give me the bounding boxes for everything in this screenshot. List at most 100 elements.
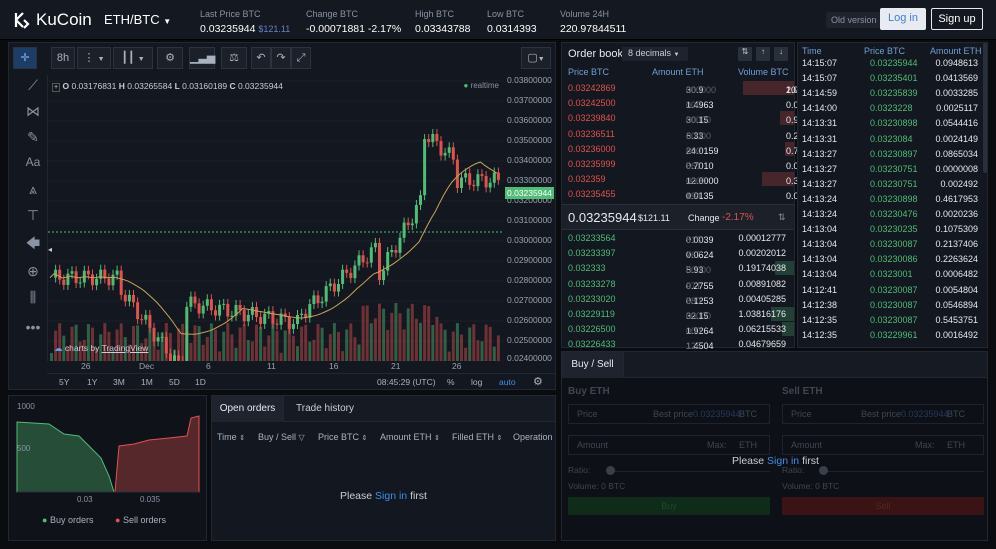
trades-scrollbar[interactable] — [983, 43, 987, 173]
trend-line-tool[interactable]: ⟋ — [21, 77, 45, 94]
range-1y[interactable]: 1Y — [87, 377, 97, 387]
view-both-button[interactable]: ⇅ — [738, 47, 752, 61]
indicators-button[interactable]: ▁▃▅ — [189, 47, 215, 69]
arrow-tool[interactable]: 🡄 — [21, 233, 45, 257]
signup-button[interactable]: Sign up — [931, 8, 983, 30]
redo-button[interactable]: ↷ — [271, 47, 291, 69]
bid-row[interactable]: 0.03233020 0.1253 580 0.00405285 — [562, 292, 790, 307]
login-button[interactable]: Log in — [880, 8, 926, 30]
auto-toggle[interactable]: auto — [499, 377, 516, 387]
range-5d[interactable]: 5D — [169, 377, 180, 387]
ask-row[interactable]: 0.032359 12.00000000 0.38831964 — [562, 172, 834, 187]
orders-signin-link[interactable]: Sign in — [375, 490, 407, 502]
bid-row[interactable]: 0.03226500 1.9264 000 0.06215533 — [562, 322, 790, 337]
buy-ratio-handle[interactable] — [606, 466, 615, 475]
price-axis: 0.03800000 0.03700000 0.03600000 0.03500… — [505, 75, 555, 363]
sort-icon[interactable]: ⇅ — [778, 212, 786, 223]
settings-button[interactable]: ⚙ — [157, 47, 183, 69]
buy-price-input[interactable]: Price Best price 0.03235944 BTC — [568, 404, 770, 424]
measure-tool[interactable]: ⊤ — [21, 207, 45, 224]
bid-row[interactable]: 0.032333 5.93 00000 0.19174038 — [562, 261, 790, 276]
chart-type-button[interactable]: ┃┃ ▼ — [113, 47, 153, 69]
range-3m[interactable]: 3M — [113, 377, 125, 387]
chart-panel: ✛ 8h ⋮ ▼ ┃┃ ▼ ⚙ ▁▃▅ ⚖ ↶ ↷ ⤢ ▢▼ ⟋ ⋈ ✎ Aa … — [8, 42, 556, 390]
col-time[interactable]: Time ⇕ — [217, 432, 245, 442]
old-version-link[interactable]: Old version — [826, 12, 882, 28]
range-1m[interactable]: 1M — [141, 377, 153, 387]
col-amount: Amount ETH — [652, 67, 704, 77]
range-1d[interactable]: 1D — [195, 377, 206, 387]
range-5y[interactable]: 5Y — [59, 377, 69, 387]
chevron-down-icon: ▼ — [97, 56, 105, 63]
buy-amount-input[interactable]: Amount Max: ETH — [568, 435, 770, 455]
bid-row[interactable]: 0.03233278 0.2755 971 0.00891082 — [562, 277, 790, 292]
ask-price: 0.03236511 — [568, 128, 615, 139]
fib-tool[interactable]: ⋈ — [21, 103, 45, 120]
bid-row[interactable]: 0.03229119 32.15 00000 1.03816176 — [562, 307, 790, 322]
volume-bar — [484, 324, 488, 361]
trade-row: 14:15:07 0.03235944 0.0948613 — [798, 56, 990, 71]
tradingview-credit[interactable]: ☁ charts by TradingView — [54, 343, 148, 354]
collapse-sidebar-arrow[interactable]: ◂ — [48, 245, 52, 254]
candle-body — [164, 336, 168, 354]
undo-button[interactable]: ↶ — [251, 47, 271, 69]
tab-trade-history[interactable]: Trade history — [296, 396, 354, 422]
trade-history-panel: Time Price BTC Amount ETH 14:15:07 0.032… — [797, 42, 988, 348]
fullscreen-button[interactable]: ⤢ — [291, 47, 311, 69]
chart-settings-icon[interactable]: ⚙ — [533, 375, 543, 388]
more-tools[interactable]: ••• — [21, 319, 45, 335]
text-tool[interactable]: Aa — [21, 155, 45, 169]
bid-row[interactable]: 0.03233564 0.0039 515 0.00012777 — [562, 231, 790, 246]
col-buysell[interactable]: Buy / Sell ▽ — [258, 432, 305, 442]
trade-time: 14:15:07 — [802, 58, 838, 68]
percent-toggle[interactable]: % — [447, 377, 455, 387]
col-price[interactable]: Price BTC ⇕ — [318, 432, 367, 442]
ask-row[interactable]: 0.03236000 24.0159600 0.77715647 — [562, 142, 834, 157]
date-tick: Dec — [139, 361, 155, 371]
gear-icon: ⚙ — [165, 52, 175, 64]
interval-button[interactable]: 8h — [51, 47, 75, 69]
candle-body — [197, 303, 201, 314]
chart-area[interactable]: + O 0.03176831 H 0.03265584 L 0.03160189… — [47, 75, 504, 361]
sell-ratio-slider[interactable] — [824, 471, 984, 472]
decimals-select[interactable]: 8 decimals ▼ — [622, 47, 688, 61]
crosshair-tool[interactable]: ✛ — [13, 47, 37, 69]
volume-bar — [201, 344, 205, 361]
sell-button[interactable]: Sell — [782, 497, 984, 515]
sell-ratio-handle[interactable] — [819, 466, 828, 475]
col-amount[interactable]: Amount ETH ⇕ — [380, 432, 440, 442]
buy-ratio-slider[interactable] — [610, 471, 770, 472]
pair-selector[interactable]: ETH/BTC ▼ — [104, 12, 171, 27]
candle-body — [349, 272, 353, 279]
snapshot-button[interactable]: ▢▼ — [521, 47, 551, 69]
ask-row[interactable]: 0.03239840 30.1500000 0.97681176 — [562, 111, 833, 126]
ask-row[interactable]: 0.03242869 30.9000000 1.00204652 — [562, 81, 816, 96]
pattern-tool[interactable]: ⩓ — [21, 181, 45, 198]
compare-button[interactable]: ⚖ — [221, 47, 247, 69]
view-asks-button[interactable]: ↑ — [756, 47, 770, 61]
bid-row[interactable]: 0.03233397 0.0624 767 0.00202012 — [562, 246, 790, 261]
signin-link[interactable]: Sign in — [767, 455, 799, 467]
interval-dropdown[interactable]: ⋮ ▼ — [77, 47, 111, 69]
brand-logo[interactable]: KuCoin — [12, 10, 92, 30]
ask-row[interactable]: 0.03236511 6.3300000 0.20487115 — [562, 127, 833, 142]
ask-row[interactable]: 0.03235455 0.0135194 0.00043741 — [562, 187, 834, 202]
depth-y-mid: 500 — [17, 444, 31, 453]
sell-price-input[interactable]: Price Best price 0.03235944 BTC — [782, 404, 984, 424]
price-tick: 0.02700000 — [507, 295, 552, 305]
trade-amount: 0.0948613 — [935, 58, 978, 68]
buy-button[interactable]: Buy — [568, 497, 770, 515]
sell-amount-input[interactable]: Amount Max: ETH — [782, 435, 984, 455]
tab-buy-sell[interactable]: Buy / Sell — [562, 352, 624, 378]
ask-row[interactable]: 0.03235999 0.7010561 0.02268617 — [562, 157, 834, 172]
brush-tool[interactable]: ✎ — [21, 129, 45, 146]
zoom-tool[interactable]: ⊕ — [21, 263, 45, 280]
stat-volume: Volume 24H 220.97844511 — [560, 9, 627, 35]
view-bids-button[interactable]: ↓ — [774, 47, 788, 61]
tab-open-orders[interactable]: Open orders — [212, 396, 284, 422]
log-toggle[interactable]: log — [471, 377, 482, 387]
ask-row[interactable]: 0.03242500 1.4963000 0.04851753 — [562, 96, 834, 111]
price-tick: 0.03500000 — [507, 135, 552, 145]
col-filled[interactable]: Filled ETH ⇕ — [452, 432, 502, 442]
magnet-tool[interactable]: ⫼ — [21, 289, 45, 306]
